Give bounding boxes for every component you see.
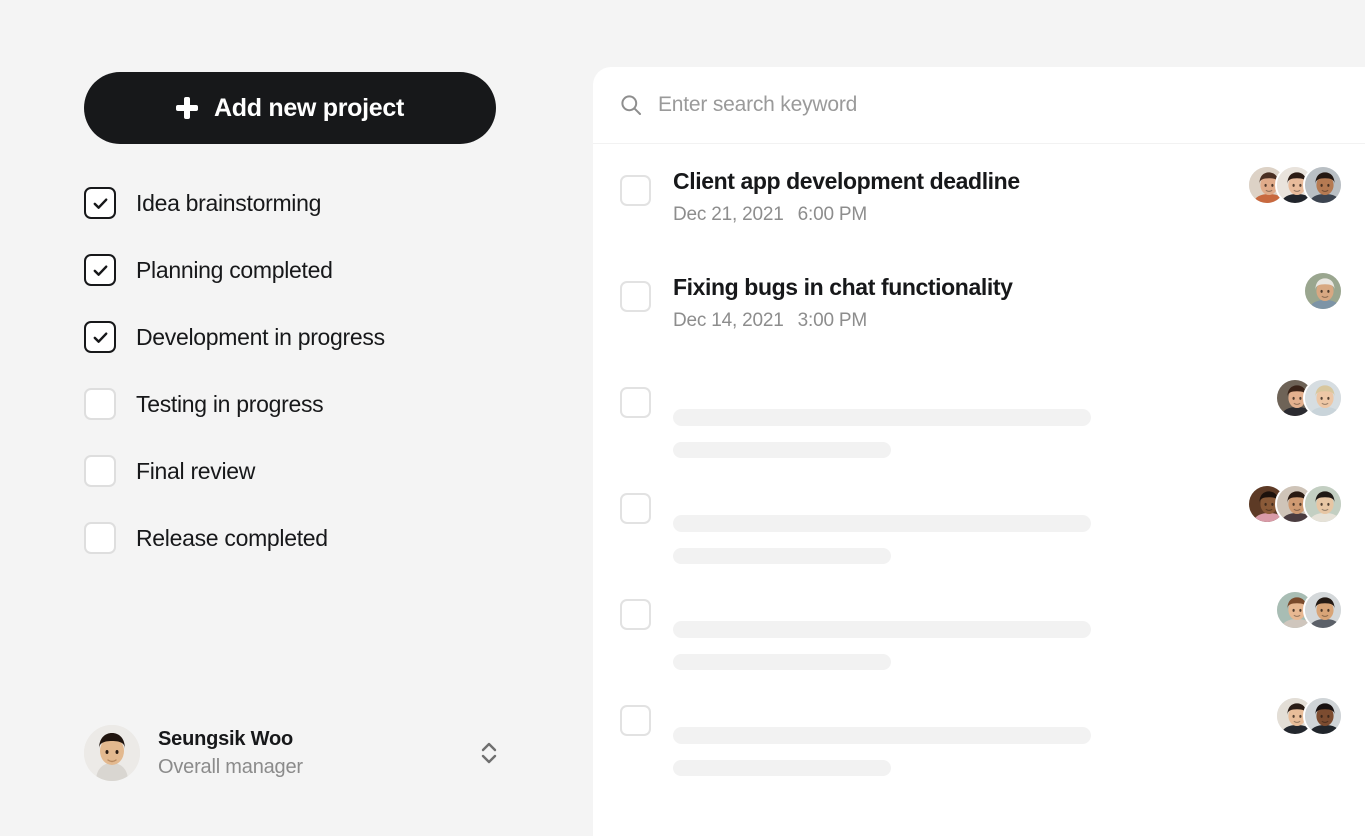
assignee-avatar-group[interactable] [1247, 144, 1343, 205]
assignee-avatar-group[interactable] [1247, 462, 1343, 524]
task-row-body [673, 674, 1275, 776]
task-panel: Client app development deadline Dec 21, 2… [593, 67, 1365, 836]
skeleton-bar-title [673, 727, 1091, 744]
assignee-avatar-group[interactable] [1275, 568, 1343, 630]
checklist-item-label: Idea brainstorming [136, 189, 322, 216]
task-datetime: Dec 21, 2021 6:00 PM [673, 204, 1247, 226]
assignee-avatar [1303, 271, 1343, 311]
checklist-item-label: Development in progress [136, 323, 385, 350]
user-profile-card[interactable]: Seungsik Woo Overall manager [84, 718, 512, 788]
assignee-avatar [1303, 696, 1343, 736]
skeleton-bar-subtitle [673, 760, 891, 776]
checklist-item[interactable]: Testing in progress [84, 386, 524, 422]
search-icon [620, 94, 642, 116]
sidebar: Add new project Idea brainstorming Planni… [0, 0, 593, 836]
task-row-placeholder[interactable] [593, 568, 1365, 674]
checkbox-checked-icon[interactable] [84, 254, 116, 286]
checkbox-checked-icon[interactable] [84, 187, 116, 219]
task-row-body [673, 356, 1275, 458]
app-root: Add new project Idea brainstorming Planni… [0, 0, 1365, 836]
checkbox-empty-icon[interactable] [620, 175, 651, 206]
skeleton-bar-subtitle [673, 442, 891, 458]
checkbox-empty-icon[interactable] [84, 455, 116, 487]
chevron-up-down-icon[interactable] [476, 733, 502, 773]
task-row-placeholder[interactable] [593, 462, 1365, 568]
task-row[interactable]: Client app development deadline Dec 21, 2… [593, 144, 1365, 250]
profile-role: Overall manager [158, 755, 303, 778]
task-row-body [673, 568, 1275, 670]
checklist-item-label: Planning completed [136, 256, 333, 283]
assignee-avatar-group[interactable] [1275, 356, 1343, 418]
avatar [84, 725, 140, 781]
task-row-placeholder[interactable] [593, 356, 1365, 462]
skeleton-bar-title [673, 621, 1091, 638]
checklist-item[interactable]: Planning completed [84, 252, 524, 288]
checkbox-empty-icon[interactable] [84, 388, 116, 420]
checklist-item-label: Final review [136, 457, 256, 484]
checkbox-checked-icon[interactable] [84, 321, 116, 353]
profile-meta: Seungsik Woo Overall manager [158, 728, 476, 779]
checkbox-empty-icon[interactable] [620, 387, 651, 418]
task-date: Dec 14, 2021 [673, 310, 784, 331]
search-input[interactable] [658, 93, 1178, 117]
search-bar [593, 67, 1365, 144]
checklist-item-label: Testing in progress [136, 390, 324, 417]
project-checklist: Idea brainstorming Planning completed Deve… [84, 185, 524, 587]
checklist-item[interactable]: Release completed [84, 520, 524, 556]
task-row-body: Client app development deadline Dec 21, 2… [673, 144, 1247, 226]
task-date: Dec 21, 2021 [673, 204, 784, 225]
task-row[interactable]: Fixing bugs in chat functionality Dec 14,… [593, 250, 1365, 356]
profile-name: Seungsik Woo [158, 727, 294, 750]
add-new-project-label: Add new project [214, 93, 404, 122]
checkbox-empty-icon[interactable] [84, 522, 116, 554]
checklist-item-label: Release completed [136, 524, 328, 551]
checkbox-empty-icon[interactable] [620, 705, 651, 736]
task-time: 3:00 PM [797, 310, 868, 331]
assignee-avatar-group[interactable] [1275, 674, 1343, 736]
assignee-avatar-group[interactable] [1303, 250, 1343, 311]
checkbox-empty-icon[interactable] [620, 493, 651, 524]
skeleton-bar-title [673, 409, 1091, 426]
assignee-avatar [1303, 165, 1343, 205]
task-title: Client app development deadline [673, 168, 1020, 194]
checkbox-empty-icon[interactable] [620, 599, 651, 630]
checkbox-empty-icon[interactable] [620, 281, 651, 312]
plus-icon [176, 97, 199, 119]
add-new-project-button[interactable]: Add new project [84, 72, 496, 144]
task-list: Client app development deadline Dec 21, 2… [593, 144, 1365, 780]
skeleton-bar-title [673, 515, 1091, 532]
skeleton-bar-subtitle [673, 654, 891, 670]
assignee-avatar [1303, 378, 1343, 418]
task-row-body: Fixing bugs in chat functionality Dec 14,… [673, 250, 1303, 332]
task-datetime: Dec 14, 2021 3:00 PM [673, 310, 1303, 332]
task-row-body [673, 462, 1247, 564]
skeleton-bar-subtitle [673, 548, 891, 564]
assignee-avatar [1303, 590, 1343, 630]
checklist-item[interactable]: Development in progress [84, 319, 524, 355]
checklist-item[interactable]: Final review [84, 453, 524, 489]
task-title: Fixing bugs in chat functionality [673, 274, 1013, 300]
task-time: 6:00 PM [797, 204, 868, 225]
checklist-item[interactable]: Idea brainstorming [84, 185, 524, 221]
task-row-placeholder[interactable] [593, 674, 1365, 780]
assignee-avatar [1303, 484, 1343, 524]
